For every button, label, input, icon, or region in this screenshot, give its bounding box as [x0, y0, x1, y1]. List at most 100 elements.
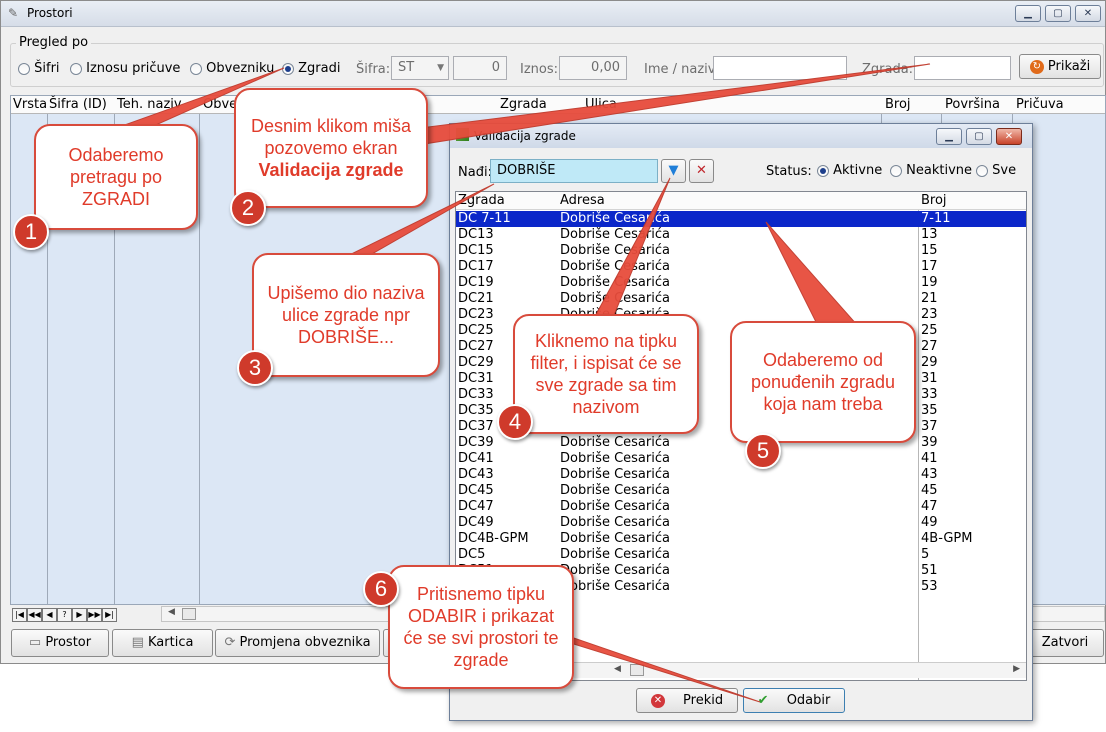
find-input[interactable]: DOBRIŠE [490, 159, 658, 183]
col-adresa[interactable]: Adresa [560, 193, 605, 208]
col-vrsta[interactable]: Vrsta [13, 97, 47, 112]
radio-label: Šifri [34, 61, 60, 76]
kartica-button[interactable]: ▤ Kartica [112, 629, 213, 657]
list-item[interactable]: DC41 Dobriše Cesarića 41 [456, 451, 1026, 467]
group-label: Pregled po [16, 35, 92, 50]
maximize-icon[interactable]: ▢ [1045, 5, 1071, 22]
radio-indicator[interactable] [190, 62, 202, 75]
prekid-button[interactable]: ✕ Prekid [636, 688, 738, 713]
ime-field[interactable] [713, 56, 847, 80]
status-aktivne-radio[interactable]: Aktivne [817, 163, 882, 178]
chevron-down-icon[interactable]: ▼ [437, 57, 444, 79]
sifra-type-select[interactable]: ST ▼ [391, 56, 449, 80]
cell-broj: 27 [921, 339, 938, 354]
next-record-icon[interactable]: ▶ [72, 608, 87, 622]
zgrada-field[interactable] [914, 56, 1011, 80]
cell-adresa: Dobriše Cesarića [560, 275, 670, 290]
cell-adresa: Dobriše Cesarića [560, 259, 670, 274]
callout-text: Desnim klikom miša pozovemo ekran Valida… [244, 115, 418, 181]
scroll-thumb[interactable] [182, 608, 196, 620]
radio-indicator[interactable] [817, 164, 829, 177]
radio-sifri[interactable]: Šifri [18, 61, 60, 76]
clear-filter-icon[interactable]: ✕ [689, 159, 714, 183]
col-broj[interactable]: Broj [885, 97, 911, 112]
list-item[interactable]: DC 7-11 Dobriše Cesarića 7-11 [456, 211, 1026, 227]
list-item[interactable]: DC5 Dobriše Cesarića 5 [456, 547, 1026, 563]
close-icon[interactable]: ✕ [1075, 5, 1101, 22]
funnel-icon[interactable]: ▼ [661, 159, 686, 183]
radio-iznos-pricuve[interactable]: Iznosu pričuve [70, 61, 180, 76]
col-zgrada[interactable]: Zgrada [500, 97, 547, 112]
radio-indicator[interactable] [282, 62, 294, 75]
list-item[interactable]: DC13 Dobriše Cesarića 13 [456, 227, 1026, 243]
promjena-obveznika-button[interactable]: ⟳ Promjena obveznika [215, 629, 380, 657]
prev-record-icon[interactable]: ◀ [42, 608, 57, 622]
status-sve-radio[interactable]: Sve [976, 163, 1016, 178]
list-item[interactable]: DC4B-GPM Dobriše Cesarića 4B-GPM [456, 531, 1026, 547]
radio-obvezniku[interactable]: Obvezniku [190, 61, 274, 76]
list-item[interactable]: DC47 Dobriše Cesarića 47 [456, 499, 1026, 515]
col-povrsina[interactable]: Površina [945, 97, 1000, 112]
cell-adresa: Dobriše Cesarića [560, 547, 670, 562]
minimize-icon[interactable]: ▁ [1015, 5, 1041, 22]
iznos-field[interactable]: 0,00 [559, 56, 627, 80]
radio-indicator[interactable] [976, 164, 988, 177]
list-item[interactable]: DC21 Dobriše Cesarića 21 [456, 291, 1026, 307]
cell-zgrada: DC45 [458, 483, 494, 498]
sifra-number-field[interactable]: 0 [453, 56, 507, 80]
scroll-left-icon[interactable]: ◀ [168, 607, 175, 617]
radio-zgradi[interactable]: Zgradi [282, 61, 340, 76]
cell-zgrada: DC35 [458, 403, 494, 418]
prikazi-button[interactable]: ↻ Prikaži [1019, 54, 1101, 79]
grid-header: Vrsta Šifra (ID) Teh. naziv Obvez Zgrada… [11, 96, 1105, 114]
cell-broj: 7-11 [921, 211, 951, 226]
cell-broj: 51 [921, 563, 938, 578]
callout-text: Odaberemo pretragu po ZGRADI [68, 145, 164, 209]
list-item[interactable]: DC17 Dobriše Cesarića 17 [456, 259, 1026, 275]
radio-indicator[interactable] [18, 62, 30, 75]
callout-text-bold: Validacija zgrade [258, 160, 404, 180]
cell-broj: 25 [921, 323, 938, 338]
col-teh-naziv[interactable]: Teh. naziv [117, 97, 182, 112]
prev-page-icon[interactable]: ◀◀ [27, 608, 42, 622]
cell-broj: 23 [921, 307, 938, 322]
last-record-icon[interactable]: ▶| [102, 608, 117, 622]
card-icon: ▤ [131, 635, 144, 650]
first-record-icon[interactable]: |◀ [12, 608, 27, 622]
zatvori-button[interactable]: Zatvori [1026, 629, 1104, 657]
close-icon[interactable]: ✕ [996, 128, 1022, 145]
col-broj[interactable]: Broj [921, 193, 947, 208]
col-pricuva[interactable]: Pričuva [1016, 97, 1064, 112]
list-item[interactable]: DC45 Dobriše Cesarića 45 [456, 483, 1026, 499]
scroll-thumb[interactable] [630, 664, 644, 676]
scroll-right-icon[interactable]: ▶ [1013, 664, 1020, 674]
cell-zgrada: DC5 [458, 547, 486, 562]
list-item[interactable]: DC15 Dobriše Cesarića 15 [456, 243, 1026, 259]
scroll-left-icon[interactable]: ◀ [614, 664, 621, 674]
odabir-button[interactable]: ✔ Odabir [743, 688, 845, 713]
prostor-button[interactable]: ▭ Prostor [11, 629, 109, 657]
col-sifra[interactable]: Šifra (ID) [49, 97, 107, 112]
list-item[interactable]: DC43 Dobriše Cesarića 43 [456, 467, 1026, 483]
col-zgrada[interactable]: Zgrada [458, 193, 505, 208]
main-titlebar: ✎ Prostori ▁ ▢ ✕ [1, 1, 1105, 27]
cell-zgrada: DC13 [458, 227, 494, 242]
horizontal-scrollbar[interactable]: ◀ ▶ [574, 662, 1026, 678]
maximize-icon[interactable]: ▢ [966, 128, 992, 145]
cell-adresa: Dobriše Cesarića [560, 563, 670, 578]
radio-indicator[interactable] [70, 62, 82, 75]
radio-indicator[interactable] [890, 164, 902, 177]
col-ulica[interactable]: Ulica [585, 97, 617, 112]
list-item[interactable]: DC19 Dobriše Cesarića 19 [456, 275, 1026, 291]
cell-zgrada: DC 7-11 [458, 211, 511, 226]
cell-zgrada: DC47 [458, 499, 494, 514]
callout-1: Odaberemo pretragu po ZGRADI [34, 124, 198, 230]
step-badge-5: 5 [745, 433, 781, 469]
minimize-icon[interactable]: ▁ [936, 128, 962, 145]
list-item[interactable]: DC49 Dobriše Cesarića 49 [456, 515, 1026, 531]
callout-text: Kliknemo na tipku filter, i ispisat će s… [530, 331, 682, 417]
cell-zgrada: DC29 [458, 355, 494, 370]
help-icon[interactable]: ? [57, 608, 72, 622]
status-neaktivne-radio[interactable]: Neaktivne [890, 163, 972, 178]
next-page-icon[interactable]: ▶▶ [87, 608, 102, 622]
